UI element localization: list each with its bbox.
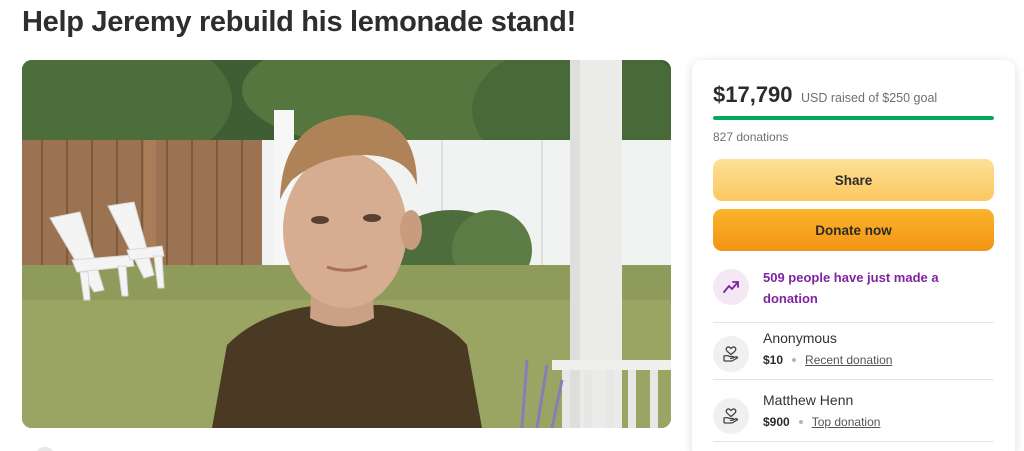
- donor-item: Anonymous $10 Recent donation: [713, 330, 994, 380]
- donate-now-button[interactable]: Donate now: [713, 209, 994, 251]
- recent-donation-link[interactable]: Recent donation: [805, 353, 892, 367]
- donation-count: 827 donations: [713, 130, 789, 144]
- page-title: Help Jeremy rebuild his lemonade stand!: [22, 6, 576, 38]
- amount-raised: $17,790: [713, 82, 793, 107]
- divider: [713, 322, 994, 323]
- donor-meta: $900 Top donation: [763, 415, 880, 429]
- trend-notice: 509 people have just made a donation: [713, 267, 994, 317]
- donation-card: $17,790 USD raised of $250 goal 827 dona…: [692, 60, 1015, 451]
- divider: [713, 379, 994, 380]
- donor-amount: $900: [763, 415, 790, 429]
- trending-up-icon: [713, 269, 749, 305]
- top-donation-link[interactable]: Top donation: [812, 415, 881, 429]
- heart-hand-icon: [713, 336, 749, 372]
- donor-amount: $10: [763, 353, 784, 367]
- divider: [713, 441, 994, 442]
- amount-raised-row: $17,790 USD raised of $250 goal: [713, 82, 937, 108]
- share-button[interactable]: Share: [713, 159, 994, 201]
- progress-bar: [713, 116, 994, 120]
- heart-hand-icon: [713, 398, 749, 434]
- separator-dot: [792, 357, 797, 362]
- separator-dot: [798, 419, 803, 424]
- donor-name: Anonymous: [763, 330, 837, 346]
- goal-text: USD raised of $250 goal: [800, 91, 938, 105]
- donor-name: Matthew Henn: [763, 392, 854, 408]
- donor-item: Matthew Henn $900 Top donation: [713, 392, 994, 442]
- trend-text: 509 people have just made a donation: [763, 270, 939, 306]
- donor-meta: $10 Recent donation: [763, 353, 892, 367]
- progress-fill: [713, 116, 994, 120]
- campaign-photo: [22, 60, 671, 428]
- avatar-peek: [36, 447, 54, 451]
